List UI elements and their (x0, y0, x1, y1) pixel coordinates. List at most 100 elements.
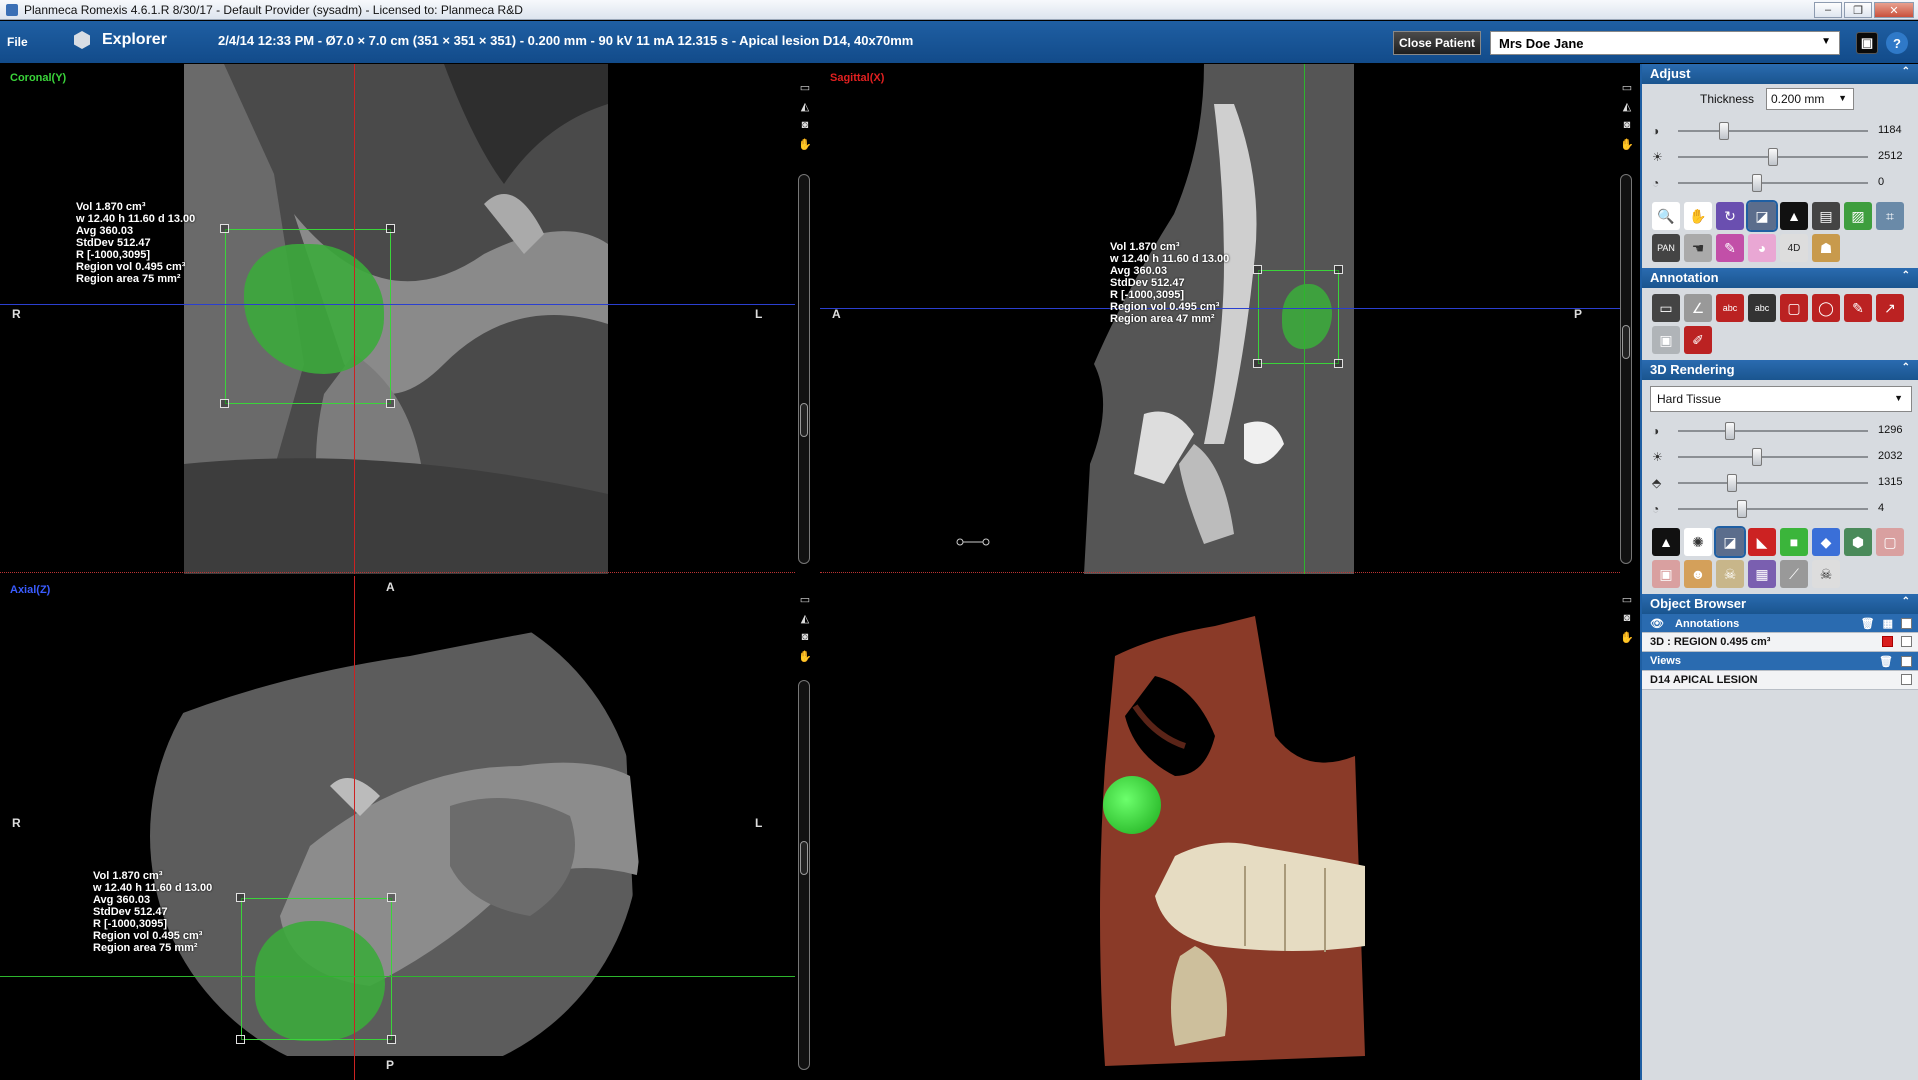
axial-viewport[interactable]: Axial(Z) A P R L Vol 1.870 cm³ w 12.40 h… (0, 576, 818, 1080)
scroll-thumb[interactable] (1622, 325, 1630, 359)
collapse-icon[interactable]: ⌃ (1902, 362, 1910, 373)
maximize-view-icon[interactable]: ▭ (1620, 80, 1634, 94)
4d-icon[interactable]: 4D (1780, 234, 1808, 262)
region-bounding-box[interactable] (225, 229, 391, 404)
bounding-box-icon[interactable]: ▢ (1876, 528, 1904, 556)
region-bounding-box[interactable] (241, 898, 392, 1040)
bone-skull-icon[interactable]: ☠ (1812, 560, 1840, 588)
hand-icon[interactable]: ✋ (798, 649, 812, 663)
coronal-viewport[interactable]: Coronal(Y) R L Vol 1.870 cm³ w 12.40 h 1… (0, 64, 818, 574)
axial-measurement-annotation[interactable]: Vol 1.870 cm³ w 12.40 h 11.60 d 13.00 Av… (93, 870, 212, 954)
adjust-slider-knob[interactable] (1719, 122, 1730, 140)
camera-icon[interactable]: ◙ (1620, 611, 1634, 625)
annotation-section-header[interactable]: Annotation ⌃ (1642, 268, 1918, 288)
hand-icon[interactable]: ✋ (1620, 137, 1634, 151)
clip-plane-icon[interactable]: ◣ (1748, 528, 1776, 556)
airway-icon[interactable]: ◕ (1748, 234, 1776, 262)
delete-icon[interactable]: 🗑 (1879, 655, 1893, 668)
green-plane-icon[interactable]: ■ (1780, 528, 1808, 556)
collapse-icon[interactable]: ⌃ (1902, 270, 1910, 281)
sagittal-slice-scrollbar[interactable] (1620, 174, 1632, 564)
region-bounding-box[interactable] (1258, 270, 1339, 364)
collapse-icon[interactable]: ⌃ (1902, 66, 1910, 77)
patient-dropdown[interactable]: Mrs Doe Jane ▼ (1490, 31, 1840, 55)
coronal-measurement-annotation[interactable]: Vol 1.870 cm³ w 12.40 h 11.60 d 13.00 Av… (76, 201, 195, 285)
camera-icon[interactable]: ◙ (798, 118, 812, 132)
rectangle-icon[interactable]: ▢ (1780, 294, 1808, 322)
checkbox[interactable] (1901, 674, 1912, 685)
blue-plane-icon[interactable]: ◆ (1812, 528, 1840, 556)
ellipse-icon[interactable]: ◯ (1812, 294, 1840, 322)
resize-handle[interactable] (1253, 265, 1262, 274)
rendering-slider-track[interactable] (1678, 456, 1868, 458)
head-icon[interactable]: ☻ (1684, 560, 1712, 588)
adjust-slider-knob[interactable] (1768, 148, 1778, 166)
resize-handle[interactable] (1334, 265, 1343, 274)
adjust-slider-track[interactable] (1678, 182, 1868, 184)
hand-icon[interactable]: ✋ (1620, 630, 1634, 644)
scroll-thumb[interactable] (800, 841, 808, 875)
collapse-icon[interactable]: ⌃ (1902, 596, 1910, 607)
mirror-icon[interactable]: ◭ (798, 99, 812, 113)
pan-icon[interactable]: ✋ (1684, 202, 1712, 230)
clip-box-icon[interactable]: ▣ (1652, 560, 1680, 588)
checkbox[interactable] (1901, 636, 1912, 647)
view-item-row[interactable]: D14 APICAL LESION (1642, 671, 1918, 690)
resize-handle[interactable] (220, 224, 229, 233)
maximize-view-icon[interactable]: ▭ (1620, 592, 1634, 606)
resize-handle[interactable] (236, 893, 245, 902)
lighting-icon[interactable]: ✺ (1684, 528, 1712, 556)
hand-icon[interactable]: ✋ (798, 137, 812, 151)
implant-icon[interactable]: ✎ (1716, 234, 1744, 262)
mirror-icon[interactable]: ◭ (1620, 99, 1634, 113)
checkbox[interactable] (1901, 618, 1912, 629)
camera-icon[interactable]: ◙ (798, 630, 812, 644)
resize-handle[interactable] (387, 1035, 396, 1044)
sagittal-measurement-annotation[interactable]: Vol 1.870 cm³ w 12.40 h 11.60 d 13.00 Av… (1110, 241, 1229, 325)
hand-tool-icon[interactable]: ☚ (1684, 234, 1712, 262)
skull-icon[interactable]: ☠ (1716, 560, 1744, 588)
rendering-slider-knob[interactable] (1751, 448, 1762, 466)
window-level-icon[interactable]: ◪ (1746, 200, 1778, 232)
object-browser-section-header[interactable]: Object Browser ⌃ (1642, 594, 1918, 614)
help-icon[interactable]: ? (1886, 32, 1908, 54)
resize-handle[interactable] (386, 399, 395, 408)
region-annotation-row[interactable]: 3D : REGION 0.495 cm³ (1642, 633, 1918, 652)
freehand-icon[interactable]: ✎ (1844, 294, 1872, 322)
restore-button[interactable]: ❐ (1844, 2, 1872, 18)
3d-rendering-section-header[interactable]: 3D Rendering ⌃ (1642, 360, 1918, 380)
tooth-icon[interactable]: ☗ (1812, 234, 1840, 262)
checkbox[interactable] (1901, 656, 1912, 667)
layout-icon[interactable]: ▤ (1812, 202, 1840, 230)
rendering-slider-track[interactable] (1678, 430, 1868, 432)
cube-icon[interactable]: ⬢ (1844, 528, 1872, 556)
maximize-view-icon[interactable]: ▭ (798, 592, 812, 606)
axial-crosshair-line[interactable] (0, 304, 795, 305)
rotate-icon[interactable]: ↻ (1716, 202, 1744, 230)
adjust-slider-track[interactable] (1678, 130, 1868, 132)
mirror-icon[interactable]: ◭ (798, 611, 812, 625)
arrow-annotation-icon[interactable]: ↗ (1876, 294, 1904, 322)
adjust-slider-knob[interactable] (1751, 174, 1762, 192)
coronal-crosshair-line[interactable] (1304, 64, 1305, 574)
zoom-icon[interactable]: 🔍 (1652, 202, 1680, 230)
close-patient-button[interactable]: Close Patient (1393, 31, 1481, 55)
rendering-slider-knob[interactable] (1737, 500, 1748, 518)
scroll-thumb[interactable] (800, 403, 808, 437)
angle-icon[interactable]: ∠ (1684, 294, 1712, 322)
color-swatch[interactable] (1882, 636, 1893, 647)
measure-tool-icon[interactable] (956, 536, 990, 546)
image-icon[interactable]: ▲ (1780, 202, 1808, 230)
3d-render-viewport[interactable]: ▭ ◙ ✋ (820, 576, 1640, 1080)
panoramic-icon[interactable]: PAN (1652, 234, 1680, 262)
region-draw-icon[interactable]: ✐ (1684, 326, 1712, 354)
sagittal-crosshair-line[interactable] (354, 64, 355, 574)
rendering-slider-knob[interactable] (1724, 422, 1735, 440)
eye-icon[interactable]: 👁 (1650, 618, 1664, 630)
monitor-icon[interactable]: ▣ (1856, 32, 1878, 54)
coronal-slice-scrollbar[interactable] (798, 174, 810, 564)
rendering-slider-knob[interactable] (1726, 474, 1737, 492)
explorer-module-label[interactable]: Explorer (102, 31, 167, 49)
thickness-dropdown[interactable]: 0.200 mm ▼ (1766, 88, 1854, 110)
adjust-section-header[interactable]: Adjust ⌃ (1642, 64, 1918, 84)
